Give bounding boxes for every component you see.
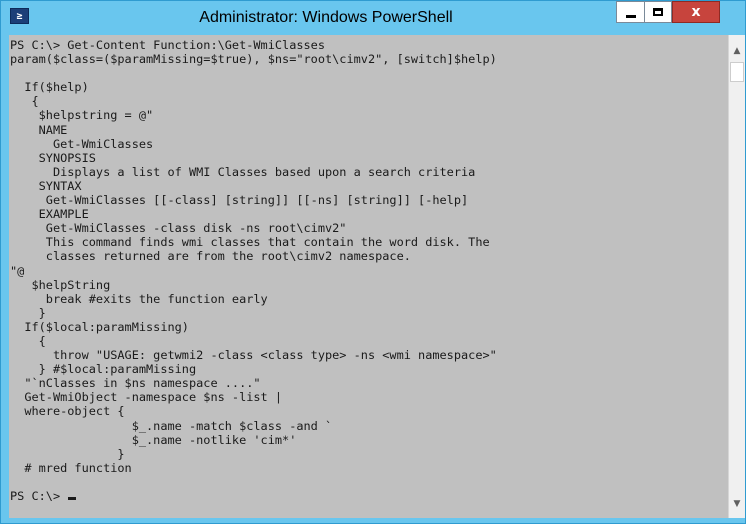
console-line: throw "USAGE: getwmi2 -class <class type…: [10, 348, 497, 363]
maximize-icon: [653, 8, 663, 16]
console-line: SYNOPSIS: [10, 150, 96, 165]
console-line: {: [10, 94, 39, 109]
scroll-up-icon[interactable]: ▲: [729, 43, 745, 59]
vertical-scrollbar[interactable]: ▲ ▼: [728, 35, 745, 518]
console-line: $_.name -match $class -and `: [10, 418, 333, 433]
powershell-window: ≥ Administrator: Windows PowerShell x PS…: [0, 0, 746, 524]
close-icon: x: [691, 4, 701, 20]
minimize-button[interactable]: [616, 1, 644, 23]
console-output: PS C:\> Get-Content Function:\Get-WmiCla…: [9, 35, 728, 503]
console-prompt: PS C:\>: [10, 489, 68, 503]
window-title: Administrator: Windows PowerShell: [199, 9, 453, 26]
console-line: param($class=($paramMissing=$true), $ns=…: [10, 52, 497, 67]
maximize-button[interactable]: [644, 1, 672, 23]
console-line: }: [10, 305, 46, 320]
console-line: NAME: [10, 122, 68, 137]
console-line: Get-WmiClasses: [10, 136, 154, 151]
console-line: SYNTAX: [10, 178, 82, 193]
console-line: "@: [10, 263, 25, 278]
console-area[interactable]: PS C:\> Get-Content Function:\Get-WmiCla…: [9, 35, 728, 518]
console-line: $helpstring = @": [10, 108, 154, 123]
text-cursor: [68, 497, 77, 500]
console-line: If($help): [10, 80, 89, 95]
console-line: If($local:paramMissing): [10, 319, 189, 334]
console-line: # mred function: [10, 460, 132, 475]
scroll-down-icon[interactable]: ▼: [729, 496, 745, 512]
console-line: {: [10, 333, 46, 348]
console-line: "`nClasses in $ns namespace ....": [10, 376, 261, 391]
console-line: } #$local:paramMissing: [10, 362, 197, 377]
console-line: Get-WmiObject -namespace $ns -list |: [10, 390, 283, 405]
console-line: PS C:\> Get-Content Function:\Get-WmiCla…: [10, 38, 325, 52]
scroll-thumb[interactable]: [730, 62, 744, 82]
console-line: EXAMPLE: [10, 207, 89, 222]
console-line: $helpString: [10, 277, 111, 292]
console-line: break #exits the function early: [10, 291, 268, 306]
minimize-icon: [625, 14, 636, 18]
console-line: classes returned are from the root\cimv2…: [10, 249, 411, 264]
console-line: Get-WmiClasses [[-class] [string]] [[-ns…: [10, 193, 469, 208]
console-line: }: [10, 446, 125, 461]
console-line: $_.name -notlike 'cim*': [10, 432, 297, 447]
title-bar[interactable]: ≥ Administrator: Windows PowerShell x: [1, 1, 745, 35]
console-line: where-object {: [10, 404, 125, 419]
console-line: Get-WmiClasses -class disk -ns root\cimv…: [10, 221, 347, 236]
close-button[interactable]: x: [672, 1, 720, 23]
console-line: This command finds wmi classes that cont…: [10, 235, 490, 250]
console-line: Displays a list of WMI Classes based upo…: [10, 164, 476, 179]
